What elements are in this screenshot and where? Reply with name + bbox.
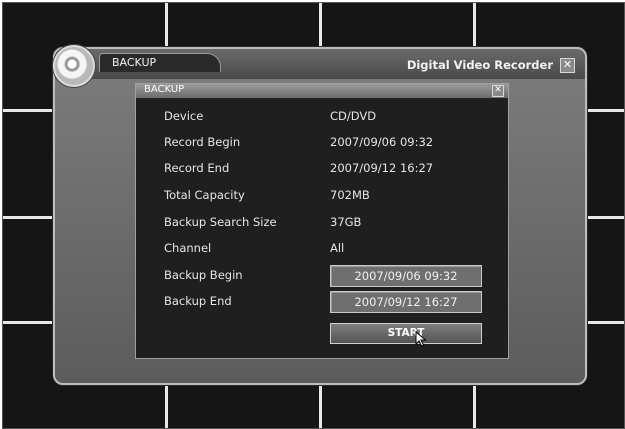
backup-end-field[interactable]: 2007/09/12 16:27 <box>330 291 482 313</box>
backup-search-size-value: 37GB <box>330 215 362 229</box>
backup-begin-field[interactable]: 2007/09/06 09:32 <box>330 265 482 287</box>
backup-end-label: Backup End <box>164 294 232 308</box>
mouse-cursor-icon <box>415 330 427 354</box>
window-titlebar: BACKUP Digital Video Recorder ✕ <box>55 49 585 79</box>
panel-header: BACKUP ✕ <box>136 84 508 98</box>
device-value: CD/DVD <box>330 109 377 123</box>
backup-begin-label: Backup Begin <box>164 268 243 282</box>
device-label: Device <box>164 109 204 123</box>
panel-close-icon[interactable]: ✕ <box>492 85 504 97</box>
total-capacity-label: Total Capacity <box>164 188 245 202</box>
panel-title: BACKUP <box>144 84 185 95</box>
record-begin-label: Record Begin <box>164 135 241 149</box>
start-button[interactable]: START <box>330 323 482 347</box>
backup-panel: BACKUP ✕ Device CD/DVD Record Begin 2007… <box>135 83 509 359</box>
backup-search-size-label: Backup Search Size <box>164 215 277 229</box>
record-end-label: Record End <box>164 161 230 175</box>
record-end-value: 2007/09/12 16:27 <box>330 161 434 175</box>
total-capacity-value: 702MB <box>330 188 370 202</box>
backup-window: BACKUP Digital Video Recorder ✕ BACKUP ✕… <box>53 45 587 385</box>
channel-value[interactable]: All <box>330 241 344 255</box>
window-close-icon[interactable]: ✕ <box>560 58 575 73</box>
backup-tab-label: BACKUP <box>112 56 157 69</box>
backup-tab[interactable]: BACKUP <box>99 53 221 72</box>
channel-label: Channel <box>164 241 212 255</box>
app-title: Digital Video Recorder <box>406 58 553 72</box>
disc-icon <box>53 45 95 87</box>
record-begin-value: 2007/09/06 09:32 <box>330 135 434 149</box>
dvr-screen: BACKUP Digital Video Recorder ✕ BACKUP ✕… <box>2 2 625 429</box>
